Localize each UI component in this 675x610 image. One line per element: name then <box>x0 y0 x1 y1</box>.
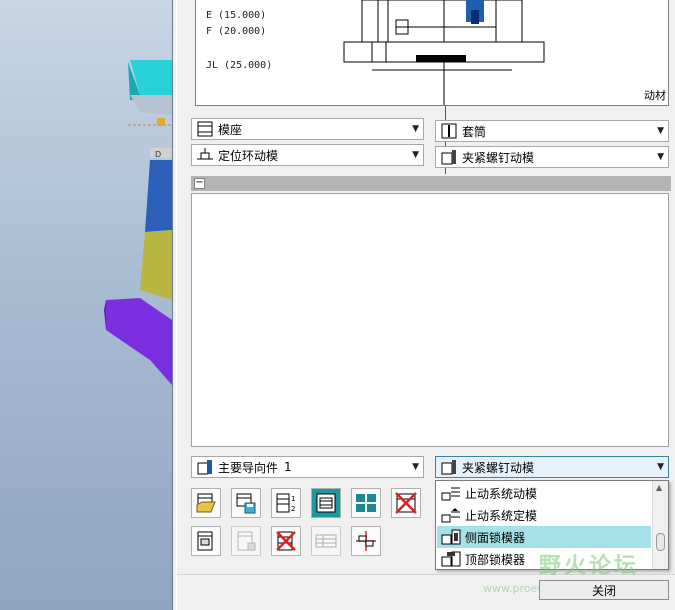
dimension-button[interactable] <box>351 526 381 556</box>
sleeve-icon <box>441 123 457 139</box>
locating-ring-dropdown[interactable]: 定位环动模 ▼ <box>191 144 424 166</box>
dropdown-label: 主要导向件 <box>218 460 279 475</box>
svg-text:2: 2 <box>291 505 295 513</box>
legend-line-f: F (20.000) <box>206 26 267 37</box>
screw-icon <box>441 150 456 165</box>
chevron-down-icon: ▼ <box>412 124 419 134</box>
mold-schematic <box>343 0 545 105</box>
locating-ring-icon <box>197 148 213 160</box>
top-lock-icon <box>441 551 461 567</box>
copy-component-icon <box>237 531 256 551</box>
copy-component-button[interactable] <box>231 526 261 556</box>
delete-frame-button[interactable] <box>391 488 421 518</box>
clamp-screw-dropdown[interactable]: 夹紧螺钉动模 ▼ <box>435 146 669 168</box>
chevron-down-icon: ▼ <box>657 462 664 472</box>
popup-item-label: 顶部锁模器 <box>465 552 526 567</box>
forum-watermark: 野火论坛 <box>539 554 640 579</box>
legend-line-jl: JL (25.000) <box>206 60 273 71</box>
save-assembly-button[interactable] <box>231 488 261 518</box>
popup-scrollbar[interactable]: ▲ <box>652 481 668 569</box>
popup-item-label: 侧面锁模器 <box>465 530 526 545</box>
mold-model-3d: D <box>104 60 172 385</box>
component-type-dropdown-left[interactable]: 模座 ▼ <box>191 118 424 140</box>
svg-text:1: 1 <box>291 495 295 503</box>
chevron-down-icon: ▼ <box>412 150 419 160</box>
dropdown-label: 夹紧螺钉动模 <box>462 460 535 475</box>
chevron-down-icon: ▼ <box>412 462 419 472</box>
mold-base-dialog: E (15.000) F (20.000) JL (25.000) 动材 模座 … <box>172 0 675 610</box>
dropdown-label: 模座 <box>218 122 243 137</box>
model-viewport[interactable]: D <box>0 0 172 610</box>
remove-component-button[interactable] <box>271 526 301 556</box>
popup-item-stop-system-moving[interactable]: 止动系统动模 <box>437 482 651 504</box>
component-button[interactable] <box>191 526 221 556</box>
popup-item-stop-system-fixed[interactable]: 止动系统定模 <box>437 504 651 526</box>
table-icon <box>315 534 337 548</box>
screw-icon <box>441 460 456 475</box>
component-list-header: − <box>191 176 671 191</box>
numbered-list-icon: 12 <box>276 493 295 513</box>
mold-preview-drawing: E (15.000) F (20.000) JL (25.000) 动材 <box>195 0 669 106</box>
scroll-thumb[interactable] <box>656 533 665 551</box>
dimension-icon <box>356 531 376 551</box>
frame-button[interactable] <box>311 488 341 518</box>
stop-system-icon <box>441 487 460 501</box>
save-assembly-icon <box>236 493 256 514</box>
preview-corner-label: 动材 <box>644 89 666 102</box>
open-assembly-button[interactable] <box>191 488 221 518</box>
open-assembly-icon <box>196 493 216 513</box>
component-icon <box>197 531 213 551</box>
remove-component-icon <box>276 531 296 551</box>
frame-icon <box>316 493 336 513</box>
numbered-list-button[interactable]: 12 <box>271 488 301 518</box>
stop-system-icon <box>441 508 460 523</box>
svg-text:D: D <box>155 150 161 159</box>
popup-item-side-lock[interactable]: 侧面锁模器 <box>437 526 651 548</box>
main-guide-dropdown[interactable]: 主要导向件 1 ▼ <box>191 456 424 478</box>
plate-icon <box>197 121 213 137</box>
guide-pin-icon <box>197 460 212 475</box>
dropdown-label: 夹紧螺钉动模 <box>462 150 535 165</box>
chevron-down-icon: ▼ <box>657 126 664 136</box>
grid-icon <box>356 494 376 512</box>
delete-frame-icon <box>395 492 417 514</box>
popup-item-label: 止动系统动模 <box>465 486 538 501</box>
legend-line-e: E (15.000) <box>206 10 267 21</box>
component-type-dropdown-right[interactable]: 套筒 ▼ <box>435 120 669 142</box>
table-button[interactable] <box>311 526 341 556</box>
grid-button[interactable] <box>351 488 381 518</box>
collapse-button[interactable]: − <box>194 178 205 189</box>
open-component-dropdown[interactable]: 夹紧螺钉动模 ▼ <box>435 456 669 478</box>
close-button[interactable]: 关闭 <box>539 580 669 600</box>
popup-item-label: 止动系统定模 <box>465 508 538 523</box>
dropdown-count: 1 <box>284 460 292 474</box>
dropdown-label: 定位环动模 <box>218 148 279 163</box>
dropdown-label: 套筒 <box>462 124 487 139</box>
scroll-up-arrow-icon[interactable]: ▲ <box>656 483 662 492</box>
chevron-down-icon: ▼ <box>657 152 664 162</box>
side-lock-icon <box>441 529 461 545</box>
component-list[interactable] <box>191 193 669 447</box>
